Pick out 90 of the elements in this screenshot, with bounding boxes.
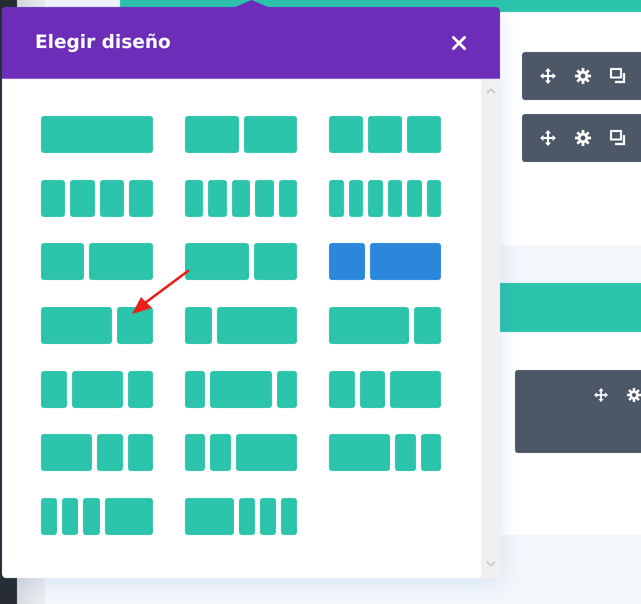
layout-option[interactable] — [185, 116, 297, 153]
layout-option[interactable] — [41, 243, 153, 280]
column-block — [62, 498, 78, 536]
column-block — [360, 370, 385, 408]
gear-icon[interactable] — [627, 388, 641, 402]
column-block — [420, 434, 442, 472]
dialog-title: Elegir diseño — [35, 32, 171, 53]
layout-option[interactable] — [185, 180, 297, 217]
column-block — [185, 243, 250, 280]
column-block — [88, 243, 153, 280]
layout-option[interactable] — [41, 307, 153, 344]
column-block — [185, 498, 234, 536]
column-block — [426, 180, 441, 217]
column-block — [395, 434, 416, 472]
duplicate-icon[interactable] — [610, 130, 626, 146]
column-block — [390, 370, 441, 408]
column-block — [414, 307, 441, 344]
column-block — [232, 180, 250, 217]
chevron-down-icon[interactable] — [486, 561, 496, 567]
layout-option[interactable] — [329, 434, 441, 472]
column-block — [329, 434, 390, 472]
layout-option[interactable] — [329, 370, 441, 408]
column-block — [329, 243, 365, 280]
layout-option[interactable] — [185, 307, 297, 344]
layout-option[interactable] — [41, 370, 153, 408]
column-block — [104, 498, 154, 536]
column-block — [255, 180, 274, 217]
column-block — [276, 370, 298, 408]
column-block — [72, 370, 122, 408]
gear-icon[interactable] — [575, 130, 591, 146]
layout-option[interactable] — [329, 307, 441, 344]
column-block — [236, 434, 298, 472]
column-block — [41, 370, 66, 408]
layout-option[interactable] — [41, 434, 153, 472]
column-block — [329, 116, 363, 153]
close-icon — [452, 36, 466, 50]
column-block — [348, 180, 363, 217]
column-block — [260, 498, 276, 536]
column-block — [128, 370, 153, 408]
column-block — [117, 307, 153, 344]
column-block — [128, 434, 153, 472]
layout-option[interactable] — [329, 116, 441, 153]
column-block — [210, 370, 272, 408]
column-block — [210, 434, 231, 472]
column-block — [254, 243, 297, 280]
scrollbar-track[interactable] — [481, 79, 500, 578]
layout-option[interactable] — [41, 498, 153, 536]
column-block — [41, 180, 66, 217]
column-block — [368, 116, 402, 153]
move-icon[interactable] — [594, 388, 608, 402]
column-block — [278, 180, 298, 217]
column-block — [185, 116, 238, 153]
column-block — [407, 116, 441, 153]
column-block — [41, 434, 92, 472]
layout-option[interactable] — [185, 243, 297, 280]
column-block — [70, 180, 94, 217]
layout-option[interactable] — [41, 180, 153, 217]
column-block — [185, 370, 206, 408]
column-block — [388, 180, 402, 217]
column-block — [280, 498, 298, 536]
column-block — [100, 180, 124, 217]
layout-option[interactable] — [185, 370, 297, 408]
column-block — [370, 243, 441, 280]
layout-option[interactable] — [185, 434, 297, 472]
column-block — [208, 180, 227, 217]
duplicate-icon[interactable] — [610, 68, 626, 84]
chevron-up-icon[interactable] — [486, 88, 496, 94]
column-block — [128, 180, 153, 217]
layout-option[interactable] — [329, 180, 441, 217]
gear-icon[interactable] — [575, 68, 591, 84]
column-block — [244, 116, 297, 153]
layout-option[interactable] — [329, 243, 441, 280]
column-block — [83, 498, 100, 536]
close-button[interactable] — [450, 34, 468, 52]
column-block — [41, 243, 84, 280]
move-icon[interactable] — [540, 68, 556, 84]
column-block — [185, 180, 204, 217]
column-block — [41, 307, 112, 344]
annotation-arrow — [132, 270, 190, 314]
column-block — [407, 180, 422, 217]
move-icon[interactable] — [540, 130, 556, 146]
layout-option[interactable] — [185, 498, 297, 536]
column-block — [329, 180, 344, 217]
column-block — [97, 434, 122, 472]
column-block — [185, 434, 206, 472]
column-block — [368, 180, 382, 217]
column-block — [238, 498, 255, 536]
column-block — [185, 307, 212, 344]
column-block — [41, 498, 58, 536]
column-block — [329, 370, 354, 408]
